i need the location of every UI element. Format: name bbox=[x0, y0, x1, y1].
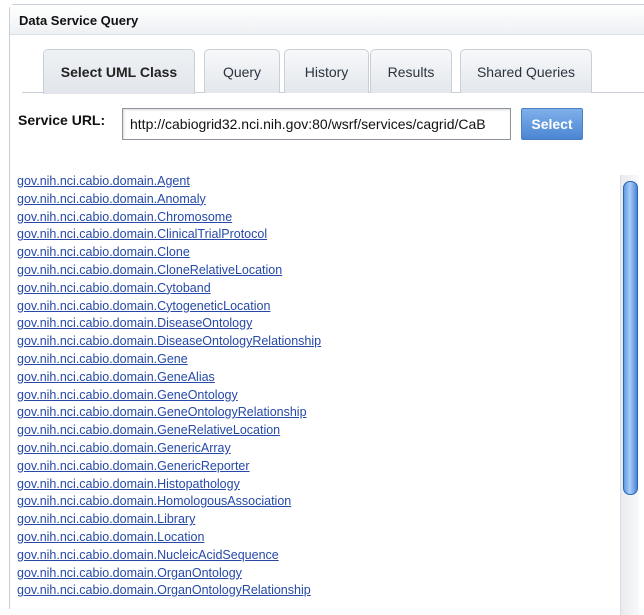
tab-query[interactable]: Query bbox=[204, 49, 280, 93]
service-url-row: Service URL: Select bbox=[18, 108, 618, 146]
panel-title: Data Service Query bbox=[10, 5, 644, 35]
class-link[interactable]: gov.nih.nci.cabio.domain.GeneOntologyRel… bbox=[17, 404, 607, 422]
class-link[interactable]: gov.nih.nci.cabio.domain.OrganOntology bbox=[17, 565, 607, 583]
class-link[interactable]: gov.nih.nci.cabio.domain.CytogeneticLoca… bbox=[17, 298, 607, 316]
class-link[interactable]: gov.nih.nci.cabio.domain.NucleicAcidSequ… bbox=[17, 547, 607, 565]
class-link[interactable]: gov.nih.nci.cabio.domain.Location bbox=[17, 529, 607, 547]
service-url-input[interactable] bbox=[122, 108, 511, 140]
class-link[interactable]: gov.nih.nci.cabio.domain.GeneOntology bbox=[17, 387, 607, 405]
tab-results[interactable]: Results bbox=[370, 49, 452, 93]
class-link[interactable]: gov.nih.nci.cabio.domain.DiseaseOntology bbox=[17, 315, 607, 333]
vertical-scrollbar[interactable] bbox=[620, 175, 639, 615]
class-link[interactable]: gov.nih.nci.cabio.domain.OrganOntologyRe… bbox=[17, 582, 607, 600]
class-link[interactable]: gov.nih.nci.cabio.domain.DiseaseOntology… bbox=[17, 333, 607, 351]
class-link[interactable]: gov.nih.nci.cabio.domain.Library bbox=[17, 511, 607, 529]
select-button[interactable]: Select bbox=[521, 108, 583, 140]
class-link[interactable]: gov.nih.nci.cabio.domain.CloneRelativeLo… bbox=[17, 262, 607, 280]
class-link[interactable]: gov.nih.nci.cabio.domain.GenericReporter bbox=[17, 458, 607, 476]
class-link[interactable]: gov.nih.nci.cabio.domain.Histopathology bbox=[17, 476, 607, 494]
class-link[interactable]: gov.nih.nci.cabio.domain.Anomaly bbox=[17, 191, 607, 209]
tab-shared-queries[interactable]: Shared Queries bbox=[460, 49, 592, 93]
class-link[interactable]: gov.nih.nci.cabio.domain.Gene bbox=[17, 351, 607, 369]
uml-class-list: gov.nih.nci.cabio.domain.Agent gov.nih.n… bbox=[17, 173, 607, 600]
service-url-label: Service URL: bbox=[18, 112, 106, 128]
class-link[interactable]: gov.nih.nci.cabio.domain.Agent bbox=[17, 173, 607, 191]
tab-history[interactable]: History bbox=[284, 49, 369, 93]
class-link[interactable]: gov.nih.nci.cabio.domain.GeneRelativeLoc… bbox=[17, 422, 607, 440]
tab-select-uml-class[interactable]: Select UML Class bbox=[43, 49, 195, 94]
scrollbar-thumb[interactable] bbox=[623, 181, 638, 495]
class-link[interactable]: gov.nih.nci.cabio.domain.Cytoband bbox=[17, 280, 607, 298]
class-link[interactable]: gov.nih.nci.cabio.domain.GenericArray bbox=[17, 440, 607, 458]
class-link[interactable]: gov.nih.nci.cabio.domain.GeneAlias bbox=[17, 369, 607, 387]
tab-bar: Select UML Class Query History Results S… bbox=[10, 49, 644, 94]
class-link[interactable]: gov.nih.nci.cabio.domain.HomologousAssoc… bbox=[17, 493, 607, 511]
class-link[interactable]: gov.nih.nci.cabio.domain.ClinicalTrialPr… bbox=[17, 226, 607, 244]
class-link[interactable]: gov.nih.nci.cabio.domain.Chromosome bbox=[17, 209, 607, 227]
class-link[interactable]: gov.nih.nci.cabio.domain.Clone bbox=[17, 244, 607, 262]
